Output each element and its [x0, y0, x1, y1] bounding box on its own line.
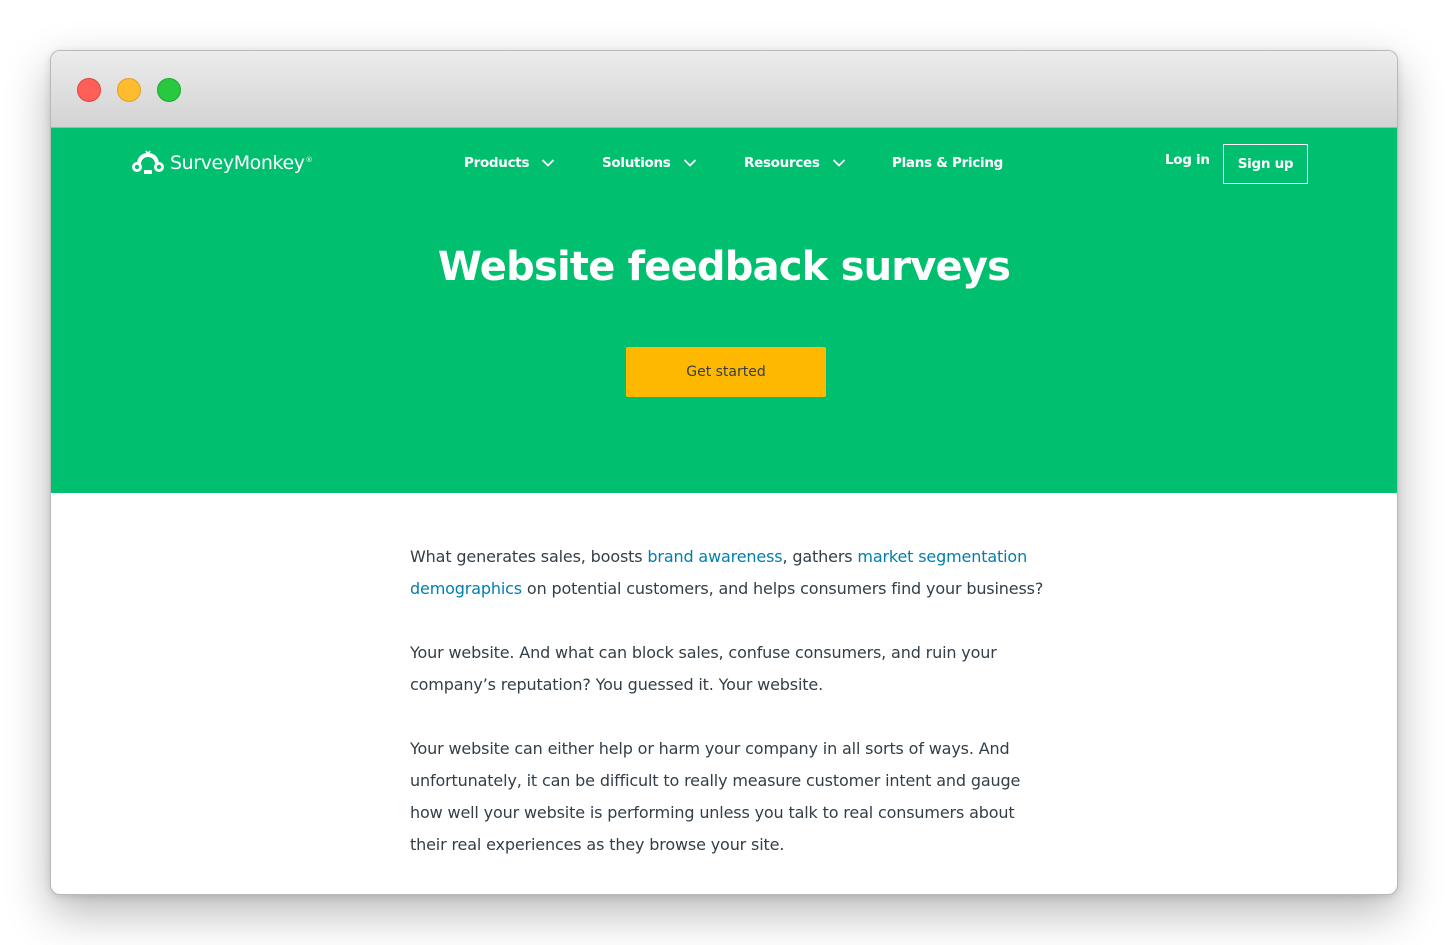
- nav-solutions[interactable]: Solutions: [602, 151, 697, 175]
- brand-awareness-link[interactable]: brand awareness: [647, 547, 782, 566]
- maximize-window-button[interactable]: [157, 78, 181, 102]
- chevron-down-icon: [683, 159, 696, 167]
- paragraph-website: Your website. And what can block sales, …: [410, 643, 997, 694]
- hero-section: SurveyMonkey® Products Solutions Resourc…: [51, 128, 1397, 493]
- nav-resources[interactable]: Resources: [744, 151, 846, 175]
- chevron-down-icon: [832, 159, 845, 167]
- logo-wordmark: SurveyMonkey®: [170, 152, 313, 174]
- paragraph-help-or-harm: Your website can either help or harm you…: [410, 739, 1021, 854]
- trademark-symbol: ®: [305, 155, 313, 164]
- window-titlebar: [51, 51, 1397, 128]
- surveymonkey-logo[interactable]: SurveyMonkey®: [131, 149, 313, 177]
- paragraph-intro: What generates sales, boosts brand aware…: [410, 541, 1050, 605]
- paragraph-text: What generates sales, boosts: [410, 547, 648, 566]
- paragraph-text: , gathers: [782, 547, 858, 566]
- chevron-down-icon: [542, 159, 555, 167]
- nav-plans-pricing[interactable]: Plans & Pricing: [892, 151, 1003, 175]
- nav-solutions-label: Solutions: [602, 155, 671, 171]
- nav-plans-pricing-label: Plans & Pricing: [892, 155, 1004, 171]
- close-window-button[interactable]: [77, 78, 101, 102]
- page-title: Website feedback surveys: [437, 244, 1011, 290]
- signup-button[interactable]: Sign up: [1223, 144, 1308, 184]
- browser-window: SurveyMonkey® Products Solutions Resourc…: [50, 50, 1398, 895]
- article-body: What generates sales, boosts brand aware…: [410, 541, 1050, 893]
- paragraph-text: on potential customers, and helps consum…: [522, 579, 1044, 598]
- minimize-window-button[interactable]: [117, 78, 141, 102]
- monkey-logo-icon: [132, 150, 164, 174]
- login-link[interactable]: Log in: [1165, 152, 1210, 168]
- nav-products-label: Products: [464, 155, 530, 171]
- get-started-button[interactable]: Get started: [626, 347, 826, 397]
- nav-products[interactable]: Products: [464, 151, 555, 175]
- nav-resources-label: Resources: [744, 155, 820, 171]
